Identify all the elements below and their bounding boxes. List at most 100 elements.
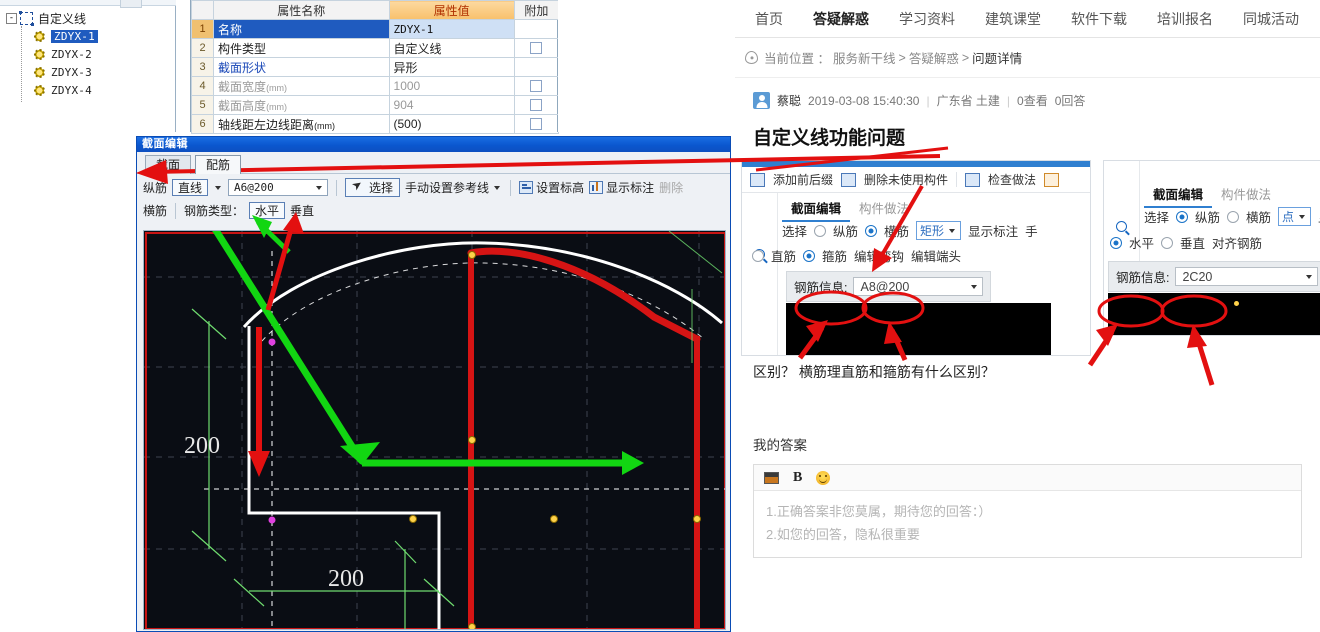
vertical-button[interactable]: 垂直 [290,202,314,219]
chevron-down-icon[interactable] [1306,274,1312,279]
radio-longitudinal[interactable] [814,224,827,237]
nav-item-qa[interactable]: 答疑解惑 [798,9,884,29]
tree-item-zdyx-4[interactable]: ZDYX-4 [33,82,92,99]
tab-component-method[interactable]: 构件做法 [850,195,918,222]
nav-item-training[interactable]: 培训报名 [1142,9,1228,29]
shape-line-button[interactable]: 直线 [172,179,209,196]
rebar-spec-combo[interactable]: A6@200 [228,179,329,196]
table-row[interactable]: 6 轴线距左边线距离(mm) (500) [190,114,560,134]
radio-longitudinal[interactable] [1176,210,1189,223]
tab-section[interactable]: 截面 [145,155,192,174]
add-prefix-suffix-label[interactable]: 添加前后缀 [773,171,833,188]
nav-item-materials[interactable]: 学习资料 [884,9,970,29]
tree-expander-icon[interactable]: - [6,13,17,24]
shape-select[interactable]: 点 [1278,207,1312,226]
attach-checkbox[interactable] [530,118,543,130]
tree-item-zdyx-3[interactable]: ZDYX-3 [33,64,92,81]
shape-select[interactable]: 矩形 [916,221,962,240]
radio-transverse[interactable] [865,224,878,237]
table-row[interactable]: 5 截面高度(mm) 904 [190,95,560,115]
question-author[interactable]: 蔡聪 [777,92,801,109]
radio-straight-rebar[interactable] [752,249,764,262]
embedded-screenshot-left[interactable]: 添加前后缀 删除未使用构件 检查做法 截面编辑 构件做法 选择 纵筋 横筋 矩形… [741,160,1091,356]
check-method-label[interactable]: 检查做法 [988,171,1036,188]
horizontal-button[interactable]: 水平 [249,202,286,219]
check-method-icon[interactable] [965,172,981,187]
radio-transverse-label[interactable]: 横筋 [1246,207,1271,226]
table-row[interactable]: 4 截面宽度(mm) 1000 [190,76,560,96]
manual-reference-line-button[interactable]: 手动设置参考线 [405,179,502,196]
tab-reinforcement[interactable]: 配筋 [195,155,242,174]
rebar-info-input[interactable]: A8@200 [853,277,983,296]
table-row[interactable]: 3 截面形状 异形 [190,57,560,77]
image-icon[interactable] [764,471,779,484]
row-attach[interactable] [513,114,560,134]
radio-horizontal[interactable] [1110,236,1122,249]
avatar[interactable] [753,92,770,109]
table-row[interactable]: 1 名称 ZDYX-1 [190,19,560,39]
export-method-icon[interactable] [1044,172,1060,187]
attach-checkbox[interactable] [530,99,543,111]
radio-stirrup[interactable] [803,249,816,262]
nav-item-events[interactable]: 同城活动 [1228,9,1314,29]
table-row[interactable]: 2 构件类型 自定义线 [190,38,560,58]
row-value[interactable]: 异形 [388,57,515,77]
tab-component-method[interactable]: 构件做法 [1212,181,1280,208]
chevron-down-icon[interactable] [949,228,956,233]
breadcrumb-item-qa[interactable]: 答疑解惑 [909,48,959,67]
row-attach[interactable] [513,76,560,96]
emoji-icon[interactable] [816,470,831,485]
radio-straight-rebar-label[interactable]: 直筋 [771,246,796,265]
radio-vertical[interactable] [1161,236,1174,249]
show-annotation-label[interactable]: 显示标注 [968,221,1018,240]
cad-canvas[interactable]: 200 200 [143,230,726,630]
nav-item-downloads[interactable]: 软件下载 [1056,9,1142,29]
row-value[interactable]: (500) [388,114,515,134]
delete-unused-label[interactable]: 删除未使用构件 [864,171,948,188]
row-value[interactable]: ZDYX-1 [388,19,515,39]
answer-editor[interactable]: B 1.正确答案非您莫属，期待您的回答：） 2.如您的回答，隐私很重要 [753,464,1302,558]
chevron-down-icon[interactable] [215,185,222,190]
nav-item-home[interactable]: 首页 [740,9,798,29]
answer-textarea[interactable]: 1.正确答案非您莫属，期待您的回答：） 2.如您的回答，隐私很重要 [754,491,1301,557]
edit-end-button[interactable]: 编辑端头 [911,246,961,265]
row-value[interactable]: 904 [388,95,515,115]
radio-longitudinal-label[interactable]: 纵筋 [1195,207,1220,226]
chevron-down-icon[interactable] [971,284,977,289]
rebar-info-input[interactable]: 2C20 [1175,267,1318,286]
chevron-down-icon[interactable] [316,185,323,190]
add-prefix-suffix-icon[interactable] [750,172,765,187]
chevron-down-icon[interactable] [1299,214,1306,219]
edit-hook-button[interactable]: 编辑弯钩 [854,246,904,265]
row-attach[interactable] [513,95,560,115]
radio-vertical-label[interactable]: 垂直 [1180,233,1205,252]
radio-stirrup-label[interactable]: 箍筋 [822,246,847,265]
tree-root-item[interactable]: - 自定义线 [6,10,86,27]
embedded-screenshot-right[interactable]: 截面编辑 构件做法 选择 纵筋 横筋 点 显 [1103,160,1320,336]
radio-longitudinal-label[interactable]: 纵筋 [833,221,858,240]
align-rebar-button[interactable]: 对齐钢筋 [1212,233,1262,252]
show-annotation-button[interactable]: 显示标注 [589,179,654,196]
row-name[interactable]: 截面形状 [213,57,390,77]
attach-checkbox[interactable] [530,80,543,92]
breadcrumb-item-site[interactable]: 服务新干线 [833,48,896,67]
row-attach[interactable] [513,38,560,58]
tree-item-zdyx-1[interactable]: ZDYX-1 [33,28,98,45]
tab-section-edit[interactable]: 截面编辑 [782,195,851,222]
bold-icon[interactable]: B [793,470,802,486]
radio-horizontal-label[interactable]: 水平 [1129,233,1154,252]
select-button[interactable]: 选择 [345,178,401,197]
radio-transverse[interactable] [1227,210,1240,223]
set-elevation-button[interactable]: 设置标高 [519,179,584,196]
tab-section-edit[interactable]: 截面编辑 [1144,181,1213,208]
attach-checkbox[interactable] [530,42,543,54]
delete-unused-icon[interactable] [841,172,857,187]
search-icon[interactable] [1116,221,1127,232]
row-value[interactable]: 自定义线 [388,38,515,58]
row-value[interactable]: 1000 [388,76,515,96]
radio-transverse-label[interactable]: 横筋 [884,221,909,240]
nav-item-classroom[interactable]: 建筑课堂 [970,9,1056,29]
tree-tab-stub[interactable] [120,0,142,8]
chevron-down-icon[interactable] [494,185,501,190]
tree-item-zdyx-2[interactable]: ZDYX-2 [33,46,92,63]
